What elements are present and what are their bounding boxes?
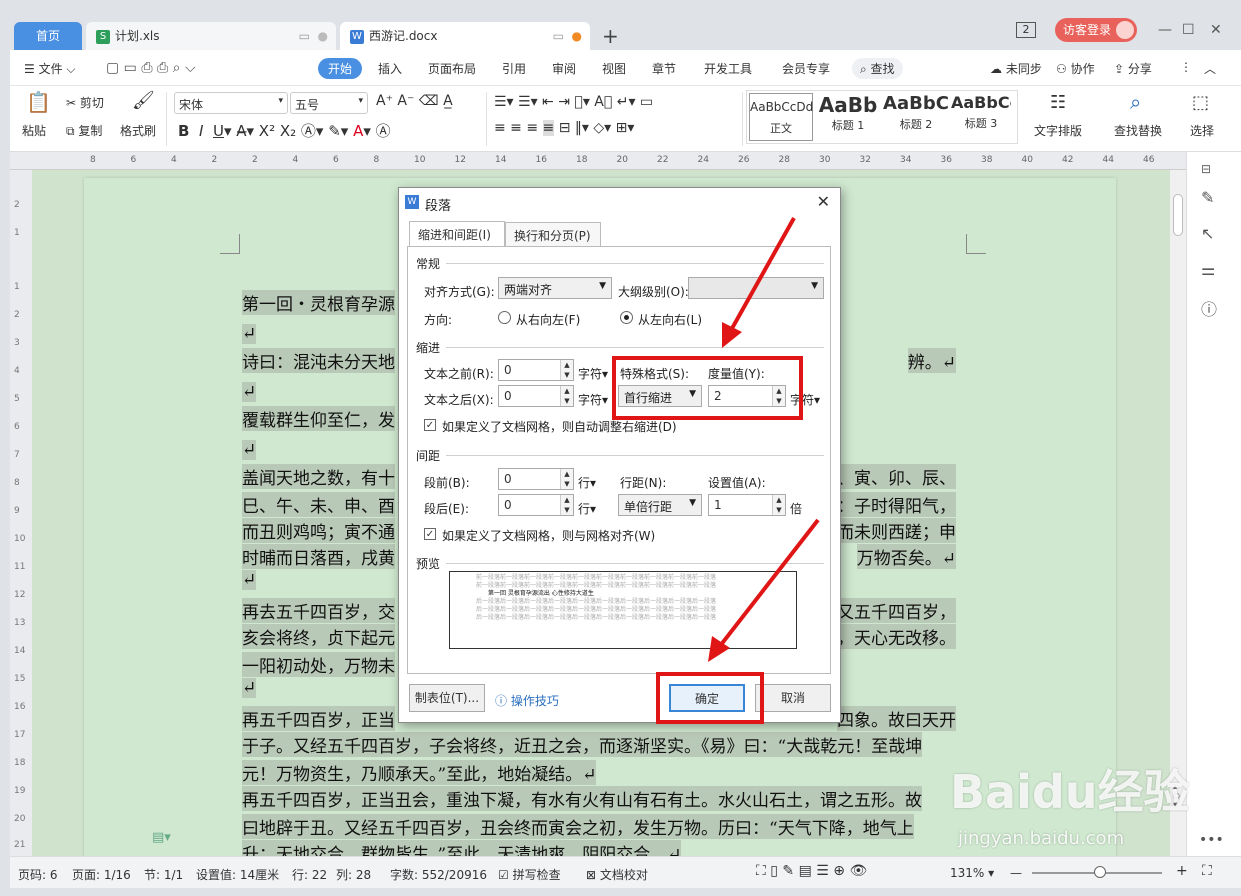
app-window: 首页 S 计划.xls ▭ ● W 西游记.docx ▭ ● + 2 访客登录 — …	[0, 0, 1241, 896]
arrow-line	[718, 518, 820, 648]
annotation-arrows	[708, 217, 820, 662]
arrow-line	[728, 217, 796, 333]
